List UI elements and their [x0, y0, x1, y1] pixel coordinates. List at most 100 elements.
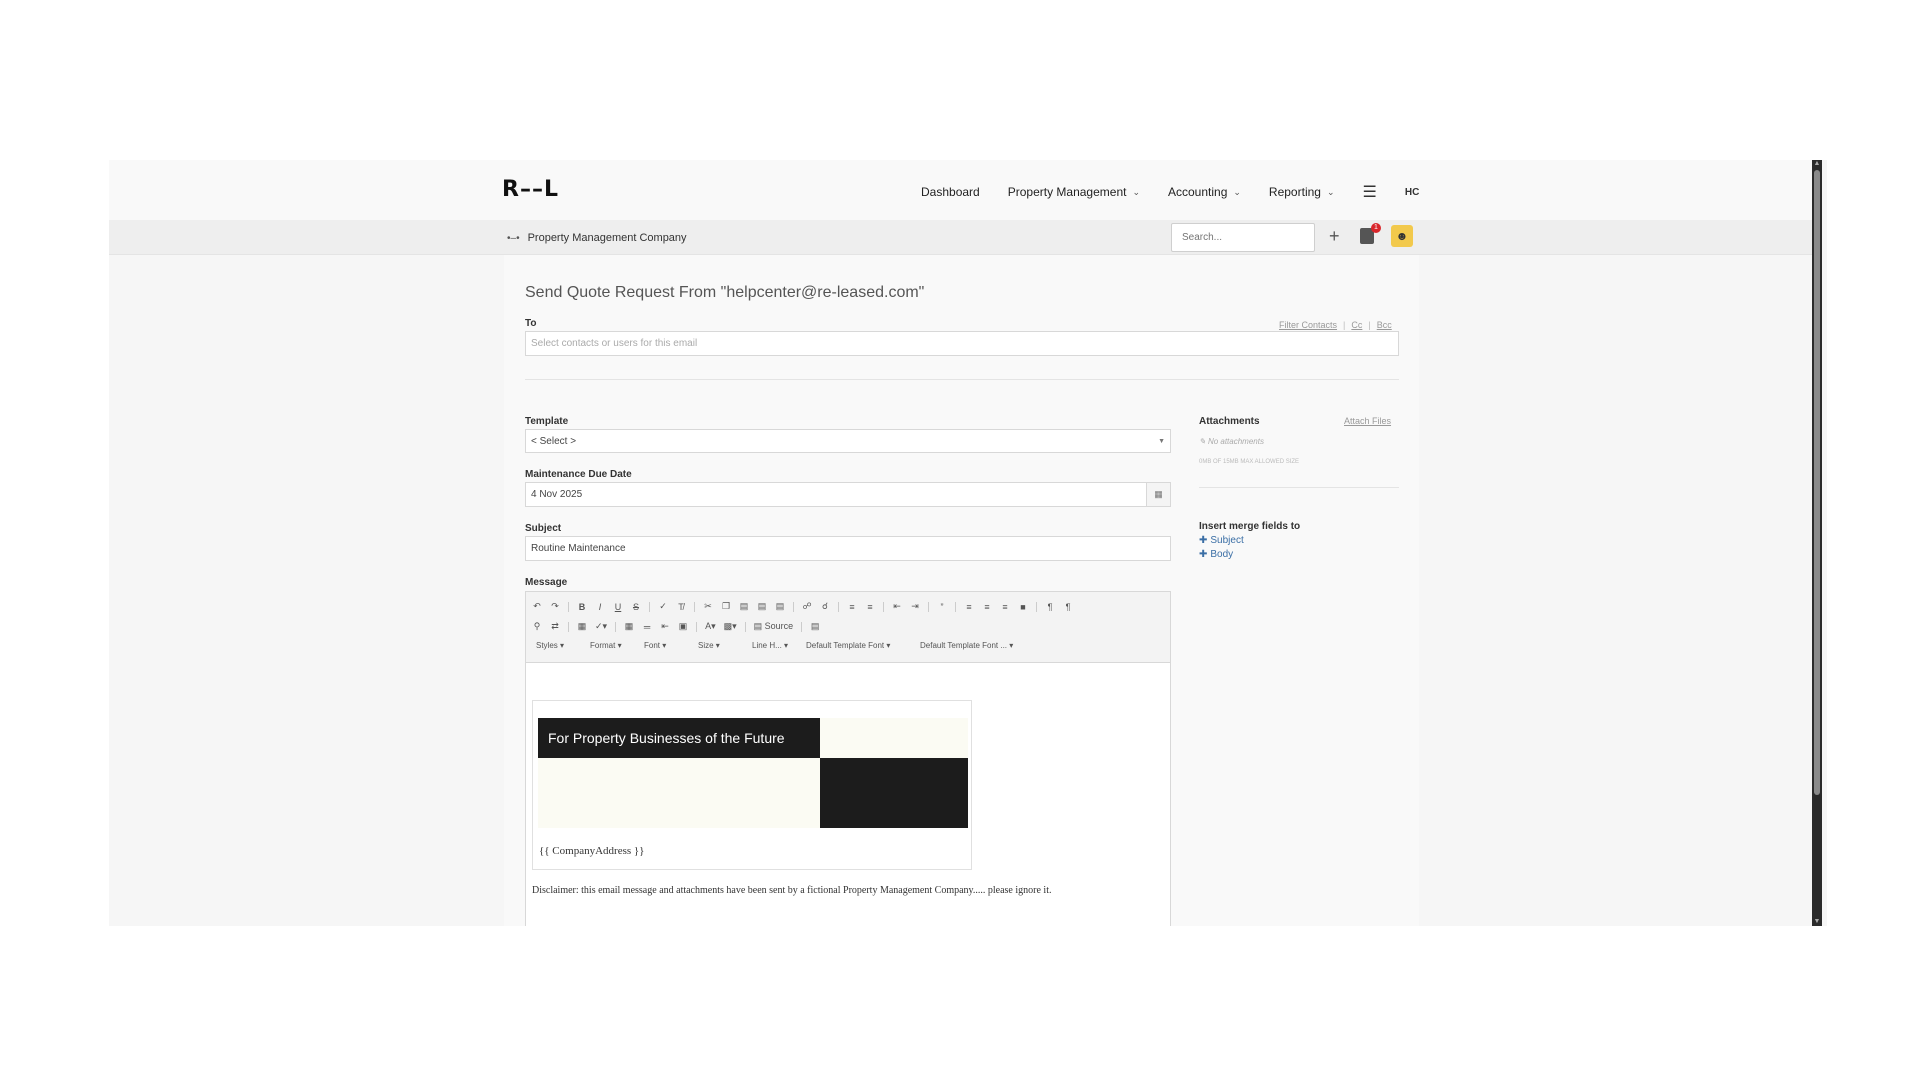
- company-selector[interactable]: •–• Property Management Company: [507, 232, 687, 244]
- blockquote-icon[interactable]: ”: [937, 602, 947, 612]
- company-icon: •–•: [507, 232, 520, 244]
- nav-reporting[interactable]: Reporting ⌄: [1269, 185, 1335, 199]
- filter-contacts-link[interactable]: Filter Contacts: [1279, 320, 1337, 330]
- avatar[interactable]: ☻: [1391, 225, 1413, 247]
- copy-icon[interactable]: ❐: [721, 601, 731, 612]
- calendar-icon[interactable]: ▦: [1146, 483, 1170, 506]
- divider: [525, 379, 1399, 380]
- outdent-icon[interactable]: ⇤: [892, 601, 902, 612]
- insert-icon[interactable]: ⇤: [660, 621, 670, 632]
- default-font-size-dropdown-label: Default Template Font ...: [920, 641, 1008, 650]
- replace-icon[interactable]: ⇄: [550, 621, 560, 632]
- spell-dropdown-icon[interactable]: ✓▾: [595, 621, 607, 632]
- toolbar-separator: [694, 601, 695, 612]
- add-icon[interactable]: +: [1329, 226, 1340, 247]
- default-font-dropdown[interactable]: Default Template Font ▾: [802, 641, 912, 650]
- company-name: Property Management Company: [527, 232, 687, 244]
- align-right-icon[interactable]: ≡: [1000, 602, 1010, 612]
- default-font-dropdown-label: Default Template Font: [806, 641, 885, 650]
- undo-icon[interactable]: ↶: [532, 601, 542, 612]
- divider: [1199, 487, 1399, 488]
- no-attachments-label: No attachments: [1207, 437, 1264, 446]
- image-icon[interactable]: ▣: [678, 621, 688, 632]
- template-selected-value: < Select >: [531, 435, 577, 447]
- size-dropdown[interactable]: Size ▾: [694, 641, 744, 650]
- scroll-up-icon[interactable]: ▲: [1813, 160, 1821, 168]
- banner-block: [820, 758, 968, 828]
- search-input[interactable]: [1171, 223, 1315, 252]
- template-label: Template: [525, 416, 569, 427]
- italic-icon[interactable]: I: [595, 602, 605, 612]
- hamburger-menu-icon[interactable]: ☰: [1363, 182, 1377, 202]
- template-select[interactable]: < Select > ▼: [525, 429, 1171, 453]
- scrollbar-thumb[interactable]: [1814, 170, 1820, 795]
- to-field[interactable]: Select contacts or users for this email: [525, 331, 1399, 356]
- chevron-down-icon: ⌄: [1326, 186, 1335, 197]
- select-all-icon[interactable]: ▦: [577, 621, 587, 632]
- merge-subject-label: Subject: [1210, 535, 1244, 546]
- cc-link[interactable]: Cc: [1351, 320, 1362, 330]
- message-label: Message: [525, 577, 568, 588]
- font-dropdown-label: Font: [644, 641, 661, 650]
- underline-icon[interactable]: U: [613, 602, 623, 612]
- nav-accounting[interactable]: Accounting ⌄: [1168, 185, 1241, 199]
- due-date-label: Maintenance Due Date: [525, 469, 632, 480]
- nav-dashboard[interactable]: Dashboard: [921, 185, 980, 199]
- nav-property-management-label: Property Management: [1007, 185, 1127, 199]
- strikethrough-icon[interactable]: S: [631, 602, 641, 612]
- align-justify-icon[interactable]: ■: [1018, 602, 1028, 612]
- merge-body-link[interactable]: ✚ Body: [1199, 549, 1233, 560]
- attach-files-link[interactable]: Attach Files: [1344, 416, 1391, 426]
- bullet-list-icon[interactable]: ≡: [865, 602, 875, 612]
- styles-dropdown[interactable]: Styles ▾: [532, 641, 582, 650]
- table-icon[interactable]: ▦: [624, 621, 634, 632]
- page-scrollbar[interactable]: ▲ ▼: [1812, 160, 1822, 926]
- due-date-value: 4 Nov 2025: [531, 489, 583, 500]
- rtl-icon[interactable]: ¶: [1063, 602, 1073, 612]
- toolbar-separator: [793, 601, 794, 612]
- paste-icon[interactable]: ▤: [739, 601, 749, 612]
- remove-format-icon[interactable]: T̸: [676, 602, 686, 612]
- editor-content[interactable]: For Property Businesses of the Future {{…: [525, 663, 1171, 926]
- paperclip-icon: ✎: [1199, 437, 1206, 446]
- text-color-icon[interactable]: A▾: [705, 621, 716, 632]
- toolbar-separator: [649, 601, 650, 612]
- background-color-icon[interactable]: ▩▾: [724, 621, 737, 632]
- horizontal-line-icon[interactable]: ═: [642, 622, 652, 632]
- cut-icon[interactable]: ✂: [703, 601, 713, 612]
- toolbar-separator: [615, 621, 617, 632]
- due-date-input[interactable]: 4 Nov 2025 ▦: [525, 482, 1171, 507]
- merge-subject-link[interactable]: ✚ Subject: [1199, 535, 1244, 546]
- indent-icon[interactable]: ⇥: [910, 601, 920, 612]
- spellcheck-icon[interactable]: ✓: [658, 601, 668, 612]
- user-initials[interactable]: HC: [1405, 187, 1419, 198]
- link-icon[interactable]: ☍: [802, 601, 812, 612]
- format-dropdown[interactable]: Format ▾: [586, 641, 636, 650]
- align-center-icon[interactable]: ≡: [982, 602, 992, 612]
- template-icon[interactable]: ▤: [810, 621, 820, 632]
- context-bar: •–• Property Management Company + 1 ☻: [109, 220, 1812, 255]
- paste-text-icon[interactable]: ▤: [757, 601, 767, 612]
- email-banner-container: For Property Businesses of the Future {{…: [532, 700, 972, 870]
- source-button[interactable]: ▤ Source: [754, 621, 794, 632]
- unlink-icon[interactable]: ☌: [820, 601, 830, 612]
- default-font-size-dropdown[interactable]: Default Template Font ... ▾: [916, 641, 1036, 650]
- bcc-link[interactable]: Bcc: [1377, 320, 1392, 330]
- align-left-icon[interactable]: ≡: [964, 602, 974, 612]
- find-icon[interactable]: ⚲: [532, 621, 542, 632]
- line-height-dropdown[interactable]: Line H... ▾: [748, 641, 798, 650]
- merge-fields-label: Insert merge fields to: [1199, 521, 1301, 532]
- scroll-down-icon[interactable]: ▼: [1813, 918, 1821, 926]
- numbered-list-icon[interactable]: ≡: [847, 602, 857, 612]
- font-dropdown[interactable]: Font ▾: [640, 641, 690, 650]
- subject-input[interactable]: Routine Maintenance: [525, 536, 1171, 561]
- nav-property-management[interactable]: Property Management ⌄: [1008, 185, 1140, 199]
- page-title: Send Quote Request From "helpcenter@re-l…: [525, 284, 925, 301]
- toolbar-separator: [696, 621, 698, 632]
- ltr-icon[interactable]: ¶: [1045, 602, 1055, 612]
- toolbar-separator: [801, 621, 803, 632]
- paste-word-icon[interactable]: ▤: [775, 601, 785, 612]
- bold-icon[interactable]: B: [577, 602, 587, 612]
- brand-logo[interactable]: R––L: [502, 177, 559, 202]
- redo-icon[interactable]: ↷: [550, 601, 560, 612]
